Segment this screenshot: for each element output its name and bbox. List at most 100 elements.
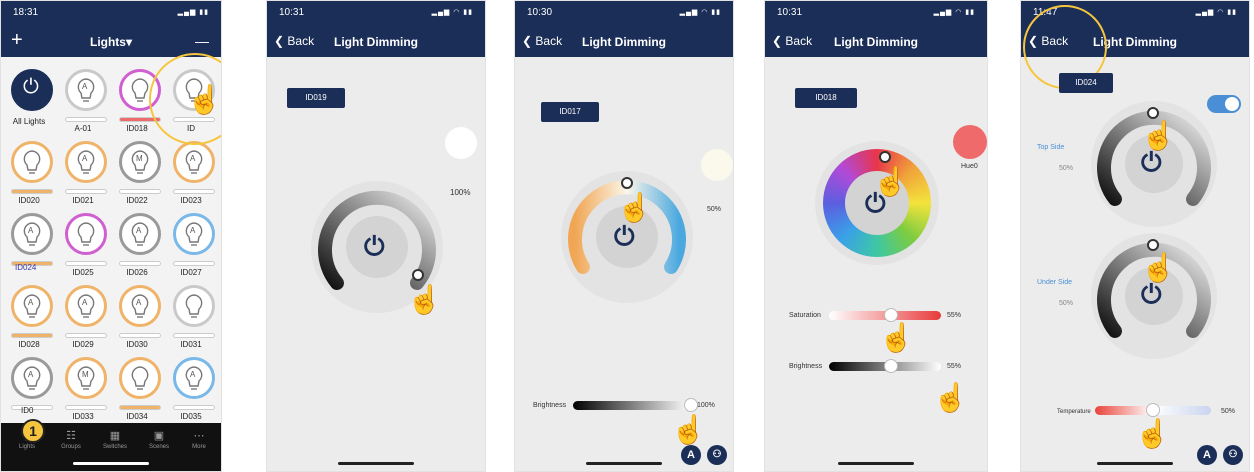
home-indicator xyxy=(338,462,414,465)
light-tile[interactable]: A ID035 xyxy=(169,353,215,423)
pointing-hand-icon: ☝ xyxy=(671,414,706,445)
light-label: ID029 xyxy=(72,340,94,349)
all-lights-power-icon: ⏻ xyxy=(11,69,53,111)
bulb-icon: M xyxy=(65,357,107,399)
light-level-bar xyxy=(65,189,107,194)
saturation-value: 55% xyxy=(947,312,962,319)
auto-mode-button[interactable]: A xyxy=(1197,445,1217,465)
bulb-icon xyxy=(119,357,161,399)
page-title: Light Dimming xyxy=(334,35,418,49)
motion-sensor-icon[interactable]: ⚇ xyxy=(707,445,727,465)
status-time: 10:31 xyxy=(777,7,803,18)
light-label: ID035 xyxy=(180,412,202,421)
brightness-value: 100% xyxy=(697,402,715,409)
brightness-slider[interactable] xyxy=(573,398,698,412)
light-label: ID031 xyxy=(180,340,202,349)
under-side-value: 50% xyxy=(1059,300,1074,307)
dial-knob[interactable] xyxy=(1147,239,1159,251)
switches-tab-icon: ▦ xyxy=(109,430,121,442)
light-tile[interactable]: A ID026 xyxy=(115,209,161,279)
dial-knob[interactable] xyxy=(879,151,891,163)
light-tile[interactable]: A ID021 xyxy=(61,137,107,207)
light-label: ID023 xyxy=(180,196,202,205)
bulb-icon: A xyxy=(11,285,53,327)
navbar: 10:31 ▂▄▆ ◠ ▮▮ ❮ Back Light Dimming xyxy=(765,1,987,57)
pointing-hand-icon: ☝ xyxy=(407,284,442,315)
bulb-icon: A xyxy=(173,357,215,399)
more-tab-icon: ⋯ xyxy=(193,430,205,442)
light-tile[interactable]: ⏻ All Lights xyxy=(7,65,53,135)
lights-dropdown-title[interactable]: Lights▾ xyxy=(1,35,221,49)
status-time: 18:31 xyxy=(13,7,39,18)
saturation-label: Saturation xyxy=(789,312,821,319)
tab-switches[interactable]: ▦ Switches xyxy=(93,429,137,450)
light-tile[interactable]: A A-01 xyxy=(61,65,107,135)
screen-dimming-id018: 10:31 ▂▄▆ ◠ ▮▮ ❮ Back Light Dimming ID01… xyxy=(764,0,988,472)
light-level-bar xyxy=(173,405,215,410)
tab-scenes[interactable]: ▣ Scenes xyxy=(137,429,181,450)
temperature-slider[interactable] xyxy=(1095,403,1211,417)
brightness-slider[interactable] xyxy=(829,359,941,373)
bulb-icon: A xyxy=(173,141,215,183)
dial-knob[interactable] xyxy=(621,177,633,189)
tab-more[interactable]: ⋯ More xyxy=(177,429,221,450)
light-tile[interactable]: A ID023 xyxy=(169,137,215,207)
bulb-icon: A xyxy=(173,213,215,255)
bulb-icon: A xyxy=(65,141,107,183)
light-tile[interactable]: A ID027 xyxy=(169,209,215,279)
slider-knob[interactable] xyxy=(684,398,698,412)
light-tile[interactable]: A ID030 xyxy=(115,281,161,351)
power-icon: ⏻ xyxy=(614,221,635,251)
pointing-hand-icon: ☝ xyxy=(879,322,914,353)
pointing-hand-icon: ☝ xyxy=(873,166,908,197)
light-tile[interactable]: ID034 xyxy=(115,353,161,423)
light-label: ID028 xyxy=(18,340,40,349)
dial-knob[interactable] xyxy=(412,269,424,281)
under-side-label: Under Side xyxy=(1037,279,1073,286)
bulb-icon: A xyxy=(65,69,107,111)
light-level-bar xyxy=(173,189,215,194)
step-number-badge: 1 xyxy=(21,419,45,443)
home-indicator xyxy=(1097,462,1173,465)
light-tile[interactable]: M ID033 xyxy=(61,353,107,423)
bulb-icon: A xyxy=(65,285,107,327)
light-level-bar xyxy=(119,189,161,194)
auto-mode-button[interactable]: A xyxy=(681,445,701,465)
light-id-tag: ID018 xyxy=(795,88,857,108)
light-label: ID033 xyxy=(72,412,94,421)
light-label: ID026 xyxy=(126,268,148,277)
light-label: ID025 xyxy=(72,268,94,277)
light-label: ID020 xyxy=(18,196,40,205)
light-level-bar xyxy=(65,405,107,410)
slider-knob[interactable] xyxy=(883,308,898,322)
light-id-tag: ID019 xyxy=(287,88,345,108)
minus-icon[interactable]: — xyxy=(195,33,209,49)
pointing-hand-icon: ☝ xyxy=(1135,418,1170,449)
dial-knob[interactable] xyxy=(1147,107,1159,119)
navbar: 10:30 ▂▄▆ ◠ ▮▮ ❮ Back Light Dimming xyxy=(515,1,733,57)
light-tile[interactable]: M ID022 xyxy=(115,137,161,207)
light-level-bar xyxy=(65,261,107,266)
light-tile[interactable]: A ID029 xyxy=(61,281,107,351)
bulb-icon: A xyxy=(11,357,53,399)
pointing-hand-icon: ☝ xyxy=(617,192,652,223)
slider-knob[interactable] xyxy=(883,359,898,373)
light-tile[interactable]: ID025 xyxy=(61,209,107,279)
light-label: A-01 xyxy=(74,124,92,133)
brightness-label: Brightness xyxy=(789,363,823,370)
tab-groups[interactable]: ☷ Groups xyxy=(49,429,93,450)
scenes-tab-icon: ▣ xyxy=(153,430,165,442)
light-level-bar xyxy=(11,333,53,338)
status-icons: ▂▄▆ ◠ ▮▮ xyxy=(933,9,975,16)
motion-sensor-icon[interactable]: ⚇ xyxy=(1223,445,1243,465)
light-tile[interactable]: ID031 xyxy=(169,281,215,351)
light-tile[interactable]: A ID028 xyxy=(7,281,53,351)
status-icons: ▂▄▆ ◠ ▮▮ xyxy=(1195,9,1237,16)
status-icons: ▂▄▆ ◠ ▮▮ xyxy=(679,9,721,16)
groups-tab-icon: ☷ xyxy=(66,430,76,442)
hue-label: Hue0 xyxy=(961,163,978,170)
light-tile[interactable]: ID020 xyxy=(7,137,53,207)
slider-knob[interactable] xyxy=(1146,403,1160,417)
saturation-slider[interactable] xyxy=(829,308,941,322)
bulb-icon: A xyxy=(11,213,53,255)
